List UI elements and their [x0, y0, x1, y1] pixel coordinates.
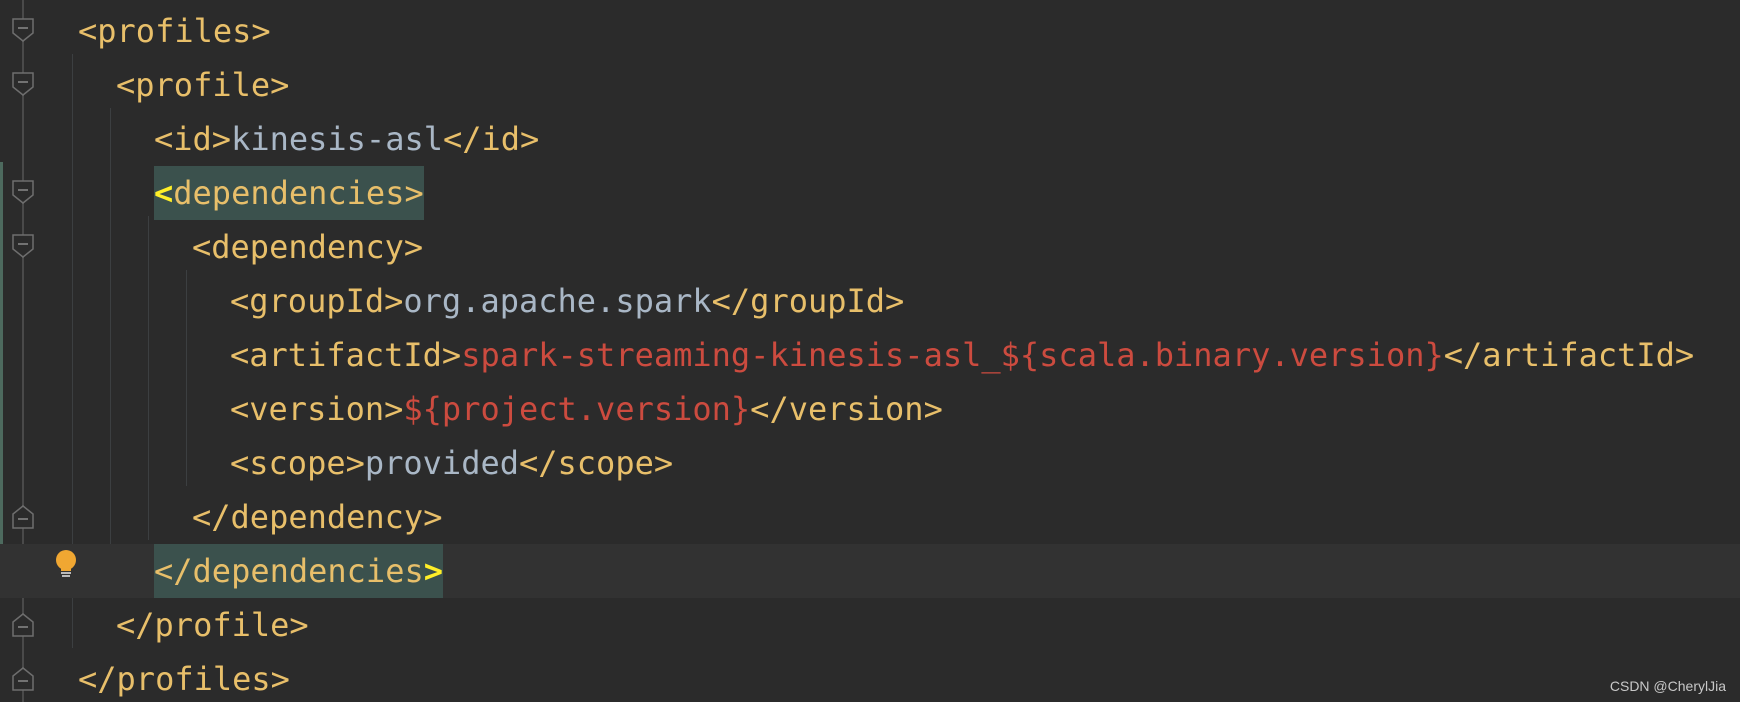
code-line[interactable]: </profiles>	[0, 652, 1740, 702]
xml-text: kinesis-asl	[231, 120, 443, 158]
xml-tag: </dependencies	[154, 552, 424, 590]
code-line-current[interactable]: </dependencies>	[0, 544, 1740, 598]
xml-text: provided	[364, 444, 519, 482]
code-line[interactable]: <id>kinesis-asl</id>	[0, 112, 1740, 166]
code-line[interactable]: <version>${project.version}</version>	[0, 382, 1740, 436]
xml-tag: </profile>	[116, 606, 309, 644]
xml-tag: </scope>	[518, 444, 674, 482]
code-line[interactable]: <scope>provided</scope>	[0, 436, 1740, 490]
code-line[interactable]: </dependency>	[0, 490, 1740, 544]
code-line[interactable]: <groupId>org.apache.spark</groupId>	[0, 274, 1740, 328]
code-line[interactable]: <artifactId>spark-streaming-kinesis-asl_…	[0, 328, 1740, 382]
xml-tag: <profiles>	[78, 12, 271, 50]
xml-tag: </profiles>	[78, 660, 290, 698]
xml-text: org.apache.spark	[403, 282, 712, 320]
brace-match: >	[423, 552, 443, 590]
code-line[interactable]: </profile>	[0, 598, 1740, 652]
code-line[interactable]: <dependencies>	[0, 166, 1740, 220]
matched-tag-highlight: </dependencies>	[154, 544, 443, 598]
watermark: CSDN @CherylJia	[1609, 678, 1726, 694]
xml-tag: </artifactId>	[1443, 336, 1695, 374]
xml-tag: <id>	[154, 120, 232, 158]
xml-tag: <version>	[230, 390, 404, 428]
brace-match: <	[154, 174, 174, 212]
code-line[interactable]: <dependency>	[0, 220, 1740, 274]
property-reference: spark-streaming-kinesis-asl_${scala.bina…	[461, 336, 1444, 374]
code-line[interactable]: <profiles>	[0, 4, 1740, 58]
property-reference: ${project.version}	[403, 390, 751, 428]
xml-tag: <scope>	[230, 444, 365, 482]
code-line[interactable]: <profile>	[0, 58, 1740, 112]
xml-tag: </groupId>	[711, 282, 905, 320]
xml-tag: <groupId>	[230, 282, 404, 320]
xml-tag: </version>	[750, 390, 943, 428]
xml-tag: <dependency>	[192, 228, 424, 266]
xml-tag: </dependency>	[192, 498, 443, 536]
xml-tag: <artifactId>	[230, 336, 462, 374]
code-editor[interactable]: <profiles> <profile> <id>kinesis-asl</id…	[0, 0, 1740, 702]
xml-tag: </id>	[442, 120, 540, 158]
lightbulb-icon[interactable]	[54, 549, 78, 579]
xml-tag: <profile>	[116, 66, 290, 104]
xml-tag: dependencies>	[173, 174, 424, 212]
matched-tag-highlight: <dependencies>	[154, 166, 424, 220]
